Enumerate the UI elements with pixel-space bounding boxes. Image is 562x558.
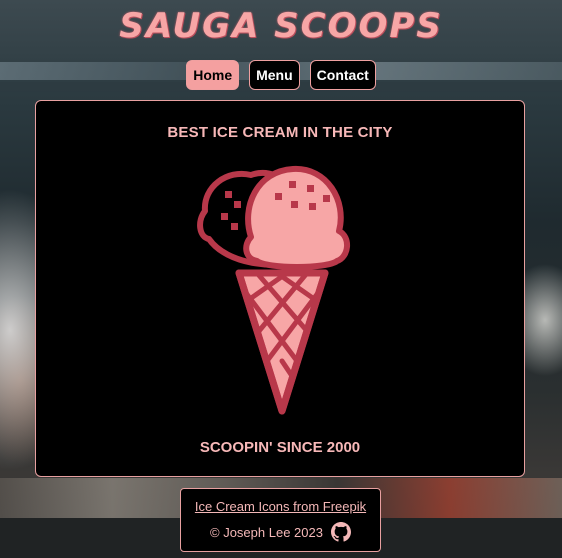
nav-home-button[interactable]: Home: [186, 60, 240, 90]
github-icon[interactable]: [330, 522, 351, 542]
main-nav: Home Menu Contact: [0, 60, 562, 90]
hero-tagline: SCOOPIN' SINCE 2000: [199, 439, 361, 456]
hero-card: BEST ICE CREAM IN THE CITY SCOOPIN' SINC…: [35, 100, 525, 477]
hero-headline: BEST ICE CREAM IN THE CITY: [167, 124, 393, 141]
site-footer: Ice Cream Icons from Freepik © Joseph Le…: [180, 488, 381, 552]
freepik-credit-link[interactable]: Ice Cream Icons from Freepik: [181, 499, 380, 514]
site-logo[interactable]: SAUGA SCOOPS: [0, 6, 562, 46]
nav-menu-button[interactable]: Menu: [249, 60, 300, 90]
copyright-text: © Joseph Lee 2023: [210, 524, 323, 540]
ice-cream-cone-icon: [197, 165, 350, 415]
nav-contact-button[interactable]: Contact: [309, 60, 376, 90]
copyright-line: © Joseph Lee 2023: [181, 522, 380, 542]
